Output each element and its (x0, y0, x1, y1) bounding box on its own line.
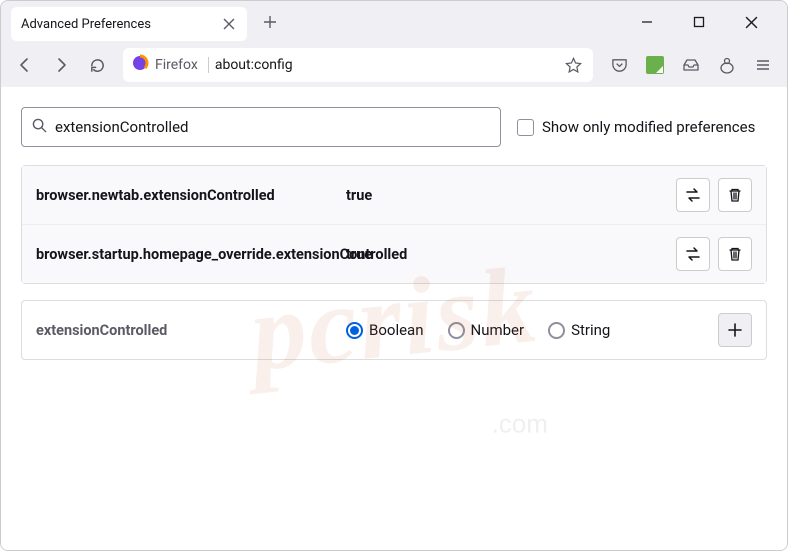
radio-label: Number (471, 321, 525, 339)
firefox-icon (131, 54, 149, 76)
pref-value: true (346, 246, 676, 263)
modified-only-label: Show only modified preferences (542, 118, 755, 136)
pocket-button[interactable] (603, 49, 635, 81)
pref-name: browser.startup.homepage_override.extens… (36, 246, 346, 263)
url-text: about:config (215, 57, 555, 73)
browser-window: Advanced Preferences (0, 0, 788, 551)
radio-circle-icon (548, 322, 565, 339)
bookmark-star-button[interactable] (561, 53, 585, 77)
tab-title: Advanced Preferences (21, 17, 221, 32)
add-pref-button[interactable] (718, 313, 752, 347)
delete-button[interactable] (718, 178, 752, 212)
inbox-button[interactable] (675, 49, 707, 81)
new-tab-button[interactable] (255, 7, 285, 37)
new-pref-row: extensionControlled Boolean Number Strin… (21, 300, 767, 360)
menu-button[interactable] (747, 49, 779, 81)
pref-value: true (346, 187, 676, 204)
radio-circle-icon (448, 322, 465, 339)
modified-only-checkbox-wrap[interactable]: Show only modified preferences (517, 118, 755, 136)
account-button[interactable] (711, 49, 743, 81)
search-icon (32, 118, 47, 137)
radio-boolean[interactable]: Boolean (346, 321, 424, 339)
close-button[interactable] (729, 7, 773, 37)
url-bar[interactable]: Firefox about:config (123, 48, 593, 82)
pref-actions (676, 178, 752, 212)
prefs-list: browser.newtab.extensionControlled true … (21, 165, 767, 284)
extension-button[interactable] (639, 49, 671, 81)
modified-only-checkbox[interactable] (517, 119, 534, 136)
pref-row[interactable]: browser.startup.homepage_override.extens… (22, 225, 766, 283)
browser-tab[interactable]: Advanced Preferences (11, 7, 247, 41)
search-row: extensionControlled Show only modified p… (21, 107, 767, 147)
tab-close-button[interactable] (221, 16, 237, 32)
radio-label: String (571, 321, 610, 339)
reload-button[interactable] (81, 49, 113, 81)
radio-string[interactable]: String (548, 321, 610, 339)
search-input-text: extensionControlled (55, 118, 490, 136)
pref-row[interactable]: browser.newtab.extensionControlled true (22, 166, 766, 225)
delete-button[interactable] (718, 237, 752, 271)
toggle-button[interactable] (676, 178, 710, 212)
toolbar: Firefox about:config (1, 43, 787, 87)
type-radio-group: Boolean Number String (346, 321, 710, 339)
pref-actions (676, 237, 752, 271)
toggle-button[interactable] (676, 237, 710, 271)
back-button[interactable] (9, 49, 41, 81)
radio-number[interactable]: Number (448, 321, 525, 339)
maximize-button[interactable] (677, 7, 721, 37)
pref-search-box[interactable]: extensionControlled (21, 107, 501, 147)
new-pref-name: extensionControlled (36, 322, 346, 339)
forward-button[interactable] (45, 49, 77, 81)
radio-circle-icon (346, 322, 363, 339)
url-identity: Firefox (155, 57, 209, 73)
radio-label: Boolean (369, 321, 424, 339)
minimize-button[interactable] (625, 7, 669, 37)
page-content: extensionControlled Show only modified p… (1, 87, 787, 550)
titlebar: Advanced Preferences (1, 1, 787, 43)
window-controls (625, 7, 783, 37)
pref-name: browser.newtab.extensionControlled (36, 187, 346, 204)
